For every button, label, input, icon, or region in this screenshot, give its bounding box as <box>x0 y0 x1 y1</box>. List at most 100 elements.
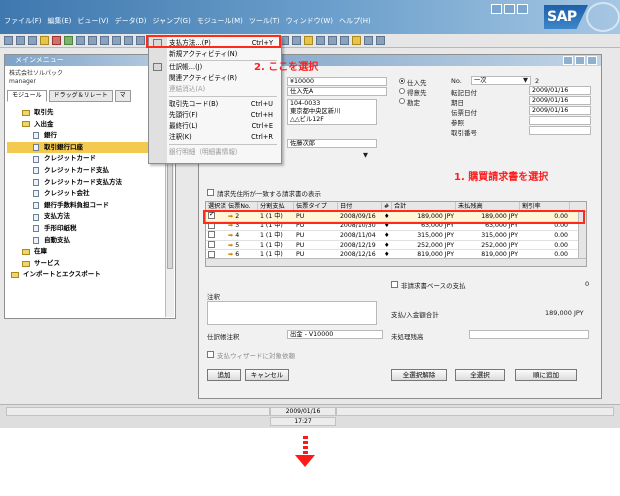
contact-person-field[interactable]: 佐藤次郎 <box>287 139 377 148</box>
context-menu-item[interactable]: 取引先コード(B) Ctrl+U <box>169 99 279 109</box>
radio-vendor[interactable] <box>399 78 405 84</box>
minimize-button[interactable] <box>491 4 502 14</box>
vendor-code-field[interactable]: ¥10000 <box>287 77 387 86</box>
table-horizontal-scrollbar[interactable] <box>206 258 586 266</box>
table-cell-split: 1 (1 中) <box>260 241 283 249</box>
folder-icon[interactable] <box>40 36 49 45</box>
message-icon[interactable] <box>304 36 313 45</box>
cancel-button[interactable]: キャンセル <box>245 369 289 381</box>
row-select-checkbox[interactable] <box>206 240 226 250</box>
tab-modules[interactable]: モジュール <box>7 90 47 102</box>
tree-item-label: クレジットカード支払 <box>44 165 109 174</box>
series-dropdown-icon[interactable]: ▼ <box>523 76 528 84</box>
print-icon[interactable] <box>16 36 25 45</box>
tree-item[interactable]: 自動支払 <box>7 235 167 247</box>
tree-item[interactable]: 銀行 <box>7 130 167 142</box>
word-icon[interactable] <box>76 36 85 45</box>
tree-item[interactable]: サービス <box>7 258 167 270</box>
previous-record-icon[interactable] <box>124 36 133 45</box>
tree-item[interactable]: クレジットカード支払方法 <box>7 177 167 189</box>
close-button[interactable] <box>517 4 528 14</box>
select-all-button[interactable]: 全選択 <box>455 369 505 381</box>
tab-my-menu[interactable]: マ <box>114 90 131 102</box>
menu-help[interactable]: ヘルプ(H) <box>339 15 371 27</box>
settings-icon[interactable] <box>364 36 373 45</box>
row-select-checkbox[interactable] <box>206 230 226 240</box>
context-menu-item-label: 先頭行(F) <box>169 111 198 119</box>
sms-icon[interactable] <box>100 36 109 45</box>
table-row[interactable]: ➡ 4 1 (1 中) PU 2008/11/04 ♦ 315,000 JPY 315,000… <box>206 231 586 241</box>
payment-wizard-checkbox[interactable] <box>207 351 214 358</box>
first-record-icon[interactable] <box>112 36 121 45</box>
tree-item[interactable]: クレジットカード <box>7 153 167 165</box>
tree-item[interactable]: クレジットカード支払 <box>7 165 167 177</box>
show-matching-invoices-checkbox[interactable] <box>207 189 214 196</box>
tree-item[interactable]: 銀行手数料負担コード <box>7 200 167 212</box>
menu-data[interactable]: データ(D) <box>115 15 147 27</box>
pen-icon[interactable] <box>316 36 325 45</box>
document-icon <box>33 190 39 198</box>
series-select[interactable]: 一次 <box>471 76 531 85</box>
header-field-value[interactable] <box>529 116 591 125</box>
select-checkbox[interactable] <box>208 241 215 249</box>
link-arrow-icon[interactable]: ➡ <box>228 242 233 249</box>
header-field-value[interactable]: 2009/01/16 <box>529 96 591 105</box>
header-field-value[interactable]: 2009/01/16 <box>529 86 591 95</box>
header-field-value[interactable]: 2009/01/16 <box>529 106 591 115</box>
add-button[interactable]: 追加 <box>207 369 241 381</box>
menu-file[interactable]: ファイル(F) <box>4 15 42 27</box>
contact-dropdown-icon[interactable]: ▼ <box>363 151 368 159</box>
help-icon[interactable] <box>376 36 385 45</box>
tree-item[interactable]: 在庫 <box>7 246 167 258</box>
menu-window[interactable]: ウィンドウ(W) <box>286 15 333 27</box>
email-icon[interactable] <box>88 36 97 45</box>
maximize-button[interactable] <box>504 4 515 14</box>
tree-item[interactable]: 取引先 <box>7 107 167 119</box>
context-menu-item[interactable]: 注釈(K) Ctrl+R <box>169 132 279 142</box>
journal-remarks-field[interactable]: 出金 - V10000 <box>287 330 383 339</box>
non-invoice-payment-checkbox[interactable] <box>391 281 398 288</box>
context-menu-item-label: 連結消込(A) <box>169 85 206 93</box>
doc-close-button[interactable] <box>587 56 597 65</box>
context-menu-item[interactable]: 先頭行(F) Ctrl+H <box>169 110 279 120</box>
tab-drag-relate[interactable]: ドラッグ＆リレート <box>48 90 113 102</box>
address-field[interactable]: 104-0033 東京都中央区新川 △△ビル12F <box>287 99 377 125</box>
menu-tools[interactable]: ツール(T) <box>249 15 280 27</box>
tree-item[interactable]: 入出金 <box>7 119 167 131</box>
tree-item[interactable]: 支払方法 <box>7 211 167 223</box>
next-record-icon[interactable] <box>136 36 145 45</box>
doc-minimize-button[interactable] <box>563 56 573 65</box>
table-row[interactable]: ➡ 5 1 (1 中) PU 2008/12/19 ♦ 252,000 JPY 252,000… <box>206 241 586 251</box>
radio-customer[interactable] <box>399 88 405 94</box>
tree-item[interactable]: 手形印紙税 <box>7 223 167 235</box>
table-cell-mark: ♦ <box>384 241 390 249</box>
select-checkbox[interactable] <box>208 231 215 239</box>
header-field-label: 期日 <box>451 99 464 107</box>
warning-icon[interactable] <box>352 36 361 45</box>
excel-icon[interactable] <box>64 36 73 45</box>
doc-maximize-button[interactable] <box>575 56 585 65</box>
deselect-all-button[interactable]: 全選択解除 <box>391 369 447 381</box>
menu-modules[interactable]: モジュール(M) <box>197 15 243 27</box>
layout-icon[interactable] <box>340 36 349 45</box>
lock-icon[interactable] <box>292 36 301 45</box>
pdf-icon[interactable] <box>52 36 61 45</box>
tree-item[interactable]: インポートとエクスポート <box>7 269 167 281</box>
sequence-add-button[interactable]: 順に追加 <box>515 369 577 381</box>
radio-account[interactable] <box>399 98 405 104</box>
header-field-value[interactable] <box>529 126 591 135</box>
context-menu-item[interactable]: 関連アクティビティ(R) <box>169 73 279 83</box>
select-checkbox[interactable] <box>208 250 215 258</box>
vendor-name-field[interactable]: 仕入先A <box>287 87 387 96</box>
context-menu-item[interactable]: 最終行(L) Ctrl+E <box>169 121 279 131</box>
tree-item[interactable]: クレジット会社 <box>7 188 167 200</box>
link-arrow-icon[interactable]: ➡ <box>228 232 233 239</box>
tree-item[interactable]: 取引銀行口座 <box>7 141 167 154</box>
link-icon[interactable] <box>328 36 337 45</box>
new-icon[interactable] <box>4 36 13 45</box>
menu-jump[interactable]: ジャンプ(G) <box>153 15 191 27</box>
menu-edit[interactable]: 編集(E) <box>48 15 72 27</box>
preview-icon[interactable] <box>28 36 37 45</box>
menu-view[interactable]: ビュー(V) <box>77 15 108 27</box>
remarks-field[interactable] <box>207 301 377 325</box>
